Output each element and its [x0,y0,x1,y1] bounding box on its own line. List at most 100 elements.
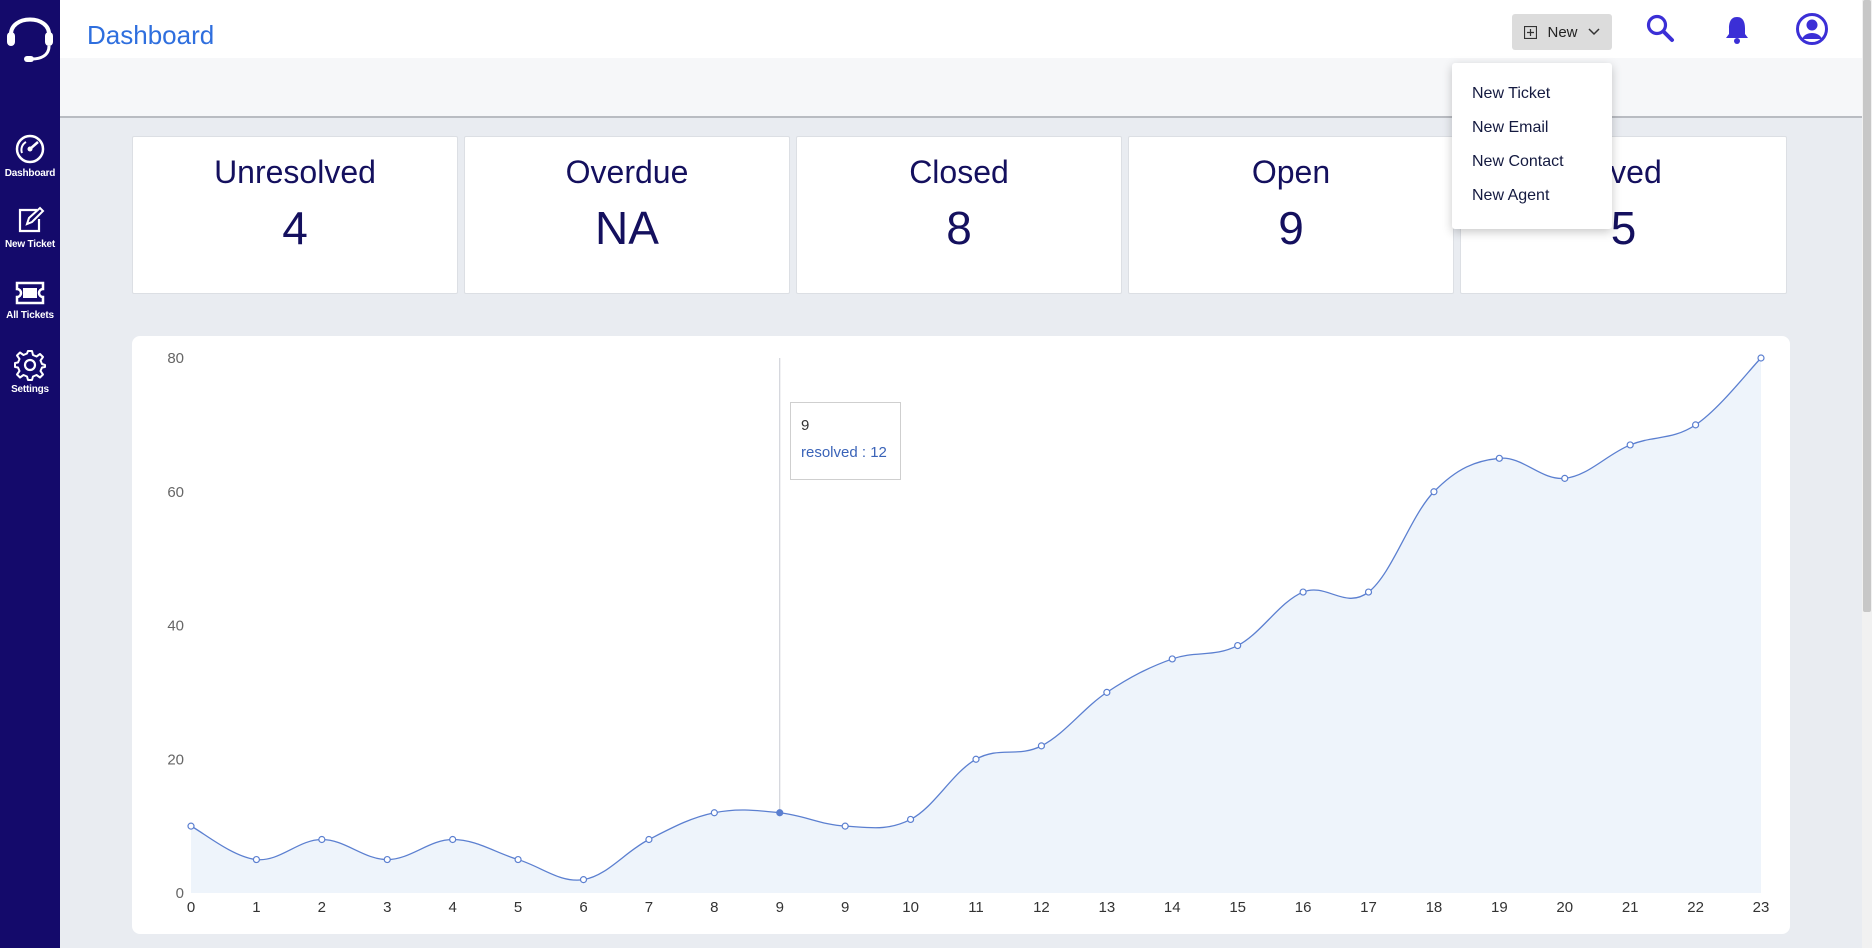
x-tick-label: 0 [187,899,195,916]
data-point[interactable] [187,822,195,830]
sidebar-item-dashboard[interactable]: Dashboard [0,133,60,179]
x-tick-label: 20 [1556,899,1573,916]
tooltip-x-label: 9 [801,417,810,434]
x-tick-label: 16 [1295,899,1312,916]
x-tick-label: 6 [579,899,587,916]
new-button-label: New [1547,23,1578,41]
tooltip-series-value: resolved : 12 [801,444,887,461]
stat-card-open[interactable]: Open 9 [1128,136,1454,294]
chart-tooltip: 9 resolved : 12 [790,402,901,480]
stat-value: 9 [1278,202,1304,254]
sidebar-item-label: Settings [11,384,49,395]
x-tick-label: 21 [1622,899,1639,916]
user-profile-icon[interactable] [1796,13,1828,45]
menu-item-new-agent[interactable]: New Agent [1452,179,1612,213]
sidebar-item-all-tickets[interactable]: All Tickets [0,279,60,321]
data-point[interactable] [1234,641,1242,650]
data-point[interactable] [1561,474,1569,482]
x-tick-label: 15 [1229,899,1246,916]
x-tick-label: 8 [710,899,718,916]
chevron-down-icon [1587,28,1600,36]
data-point[interactable] [383,855,391,864]
data-point[interactable] [645,835,653,844]
data-point[interactable] [1037,742,1046,750]
plus-square-icon [1524,25,1538,39]
x-tick-label: 9 [776,899,784,916]
x-tick-label: 2 [318,899,326,916]
x-tick-label: 14 [1164,899,1181,916]
data-point[interactable] [972,755,980,763]
x-tick-label: 22 [1687,899,1704,916]
headset-logo-icon [7,17,53,62]
data-point[interactable] [906,815,915,824]
stat-label: Closed [909,154,1009,190]
scrollbar-thumb[interactable] [1863,0,1871,612]
menu-item-new-ticket[interactable]: New Ticket [1452,77,1612,111]
sidebar: Dashboard New Ticket All Tickets Setting… [0,0,60,948]
x-tick-label: 19 [1491,899,1508,916]
x-tick-label: 23 [1753,899,1770,916]
data-point[interactable] [1691,421,1700,429]
stat-card-overdue[interactable]: Overdue NA [464,136,790,294]
data-point[interactable] [776,809,784,817]
x-tick-label: 4 [448,899,456,916]
page-title: Dashboard [87,20,215,50]
data-point[interactable] [318,835,326,844]
bell-icon[interactable] [1724,15,1750,45]
data-point[interactable] [252,855,261,864]
x-tick-label: 10 [902,899,919,916]
ticket-icon [15,281,45,305]
data-point[interactable] [1103,688,1111,696]
new-dropdown-menu: New Ticket New Email New Contact New Age… [1452,63,1612,229]
search-icon[interactable] [1645,13,1675,43]
edit-icon [18,206,45,233]
sidebar-item-label: New Ticket [4,239,56,250]
data-point[interactable] [449,835,457,844]
x-tick-label: 12 [1033,899,1050,916]
data-point[interactable] [841,822,849,830]
x-tick-label: 9 [841,899,849,916]
gear-icon [14,350,46,381]
top-header: Dashboard New [60,0,1862,58]
dashboard-gauge-icon [15,134,45,164]
y-tick-label: 0 [176,885,184,902]
y-tick-label: 20 [167,751,184,768]
x-tick-label: 18 [1426,899,1443,916]
stat-label: Unresolved [214,154,376,190]
stat-card-closed[interactable]: Closed 8 [796,136,1122,294]
sidebar-item-label: Dashboard [4,168,56,179]
stat-label: Open [1251,154,1331,190]
y-tick-label: 40 [167,618,184,635]
stat-card-unresolved[interactable]: Unresolved 4 [132,136,458,294]
data-point[interactable] [710,809,718,817]
menu-item-new-contact[interactable]: New Contact [1452,145,1612,179]
x-tick-label: 11 [968,899,984,916]
stat-value: NA [595,202,659,254]
data-point[interactable] [1299,588,1307,596]
y-tick-label: 80 [167,350,184,367]
data-point[interactable] [1430,488,1438,496]
stat-value: 4 [282,202,308,254]
data-point[interactable] [1168,655,1176,663]
sidebar-item-new-ticket[interactable]: New Ticket [0,206,60,250]
data-point[interactable] [1626,441,1634,449]
menu-item-new-email[interactable]: New Email [1452,111,1612,145]
data-point[interactable] [514,855,522,864]
x-tick-label: 7 [645,899,653,916]
x-tick-label: 3 [383,899,391,916]
stat-value: 8 [946,202,972,254]
data-point[interactable] [1495,454,1503,462]
data-point[interactable] [1757,354,1765,362]
x-tick-label: 5 [514,899,522,916]
y-tick-label: 60 [167,484,184,501]
sidebar-item-settings[interactable]: Settings [0,349,60,395]
resolved-area-chart[interactable]: 0204060800 1 2 3 4 5 6 7 8 9 9 10 11 12 13 14 15 16 17 18 19… [132,336,1790,934]
x-tick-label: 17 [1360,899,1377,916]
stat-label: Overdue [565,154,689,190]
data-point[interactable] [1364,588,1373,596]
new-button[interactable]: New [1512,14,1612,50]
x-tick-label: 1 [252,899,260,916]
x-tick-label: 13 [1098,899,1115,916]
data-point[interactable] [579,876,588,884]
sidebar-item-label: All Tickets [6,310,54,321]
